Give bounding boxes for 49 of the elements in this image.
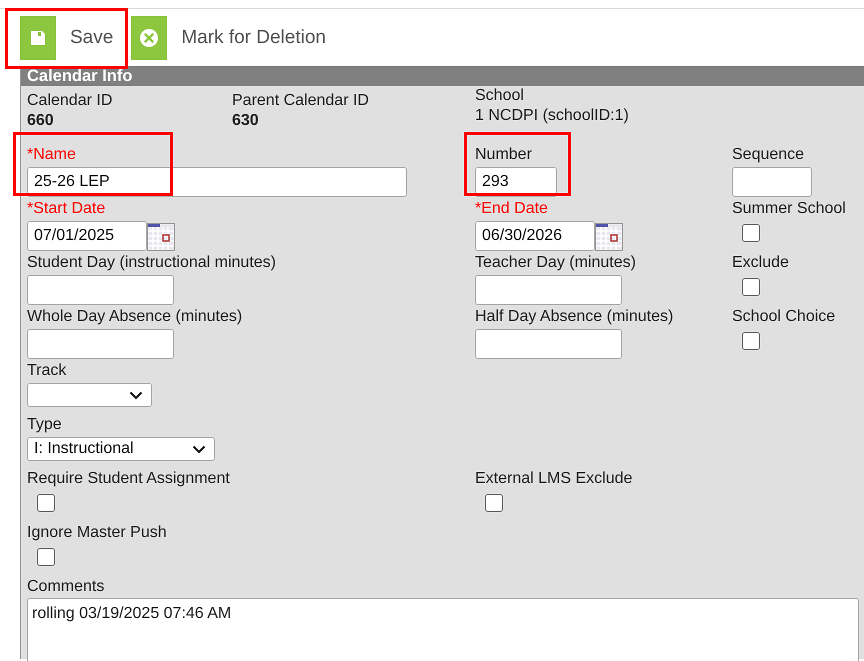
checkbox[interactable] <box>37 494 55 512</box>
field-label: Type <box>27 416 62 434</box>
section-header: Calendar Info <box>21 66 864 86</box>
field-label: School <box>475 87 524 105</box>
field-label: Number <box>475 146 532 164</box>
field-label: Parent Calendar ID <box>232 92 369 110</box>
calendar-icon[interactable] <box>147 223 175 251</box>
field-label: Sequence <box>732 146 804 164</box>
field-label: Track <box>27 362 66 380</box>
field-label: School Choice <box>732 308 836 326</box>
field-label: Teacher Day (minutes) <box>475 254 636 272</box>
field-label: Comments <box>27 578 104 596</box>
field-label: Student Day (instructional minutes) <box>27 254 276 272</box>
save-button[interactable]: Save <box>20 16 114 60</box>
text-field[interactable]: 293 <box>475 167 557 197</box>
field-label: *Start Date <box>27 200 106 218</box>
checkbox[interactable] <box>742 332 760 350</box>
text-field[interactable] <box>732 167 812 197</box>
chevron-down-icon <box>129 390 143 400</box>
field-label: *Name <box>27 146 76 164</box>
field-label: Summer School <box>732 200 846 218</box>
field-label: Ignore Master Push <box>27 524 167 542</box>
checkbox[interactable] <box>37 548 55 566</box>
field-label: Half Day Absence (minutes) <box>475 308 674 326</box>
dropdown[interactable]: I: Instructional <box>27 437 215 461</box>
field-value: 1 NCDPI (schoolID:1) <box>475 106 629 126</box>
mark-for-deletion-button[interactable]: Mark for Deletion <box>131 16 326 60</box>
checkbox[interactable] <box>485 494 503 512</box>
field-label: Calendar ID <box>27 92 112 110</box>
checkbox[interactable] <box>742 224 760 242</box>
field-label: Exclude <box>732 254 789 272</box>
field-value: 660 <box>27 111 54 131</box>
text-field[interactable] <box>27 329 174 359</box>
text-field[interactable] <box>27 275 174 305</box>
date-field[interactable]: 07/01/2025 <box>27 221 147 251</box>
field-label: Whole Day Absence (minutes) <box>27 308 242 326</box>
checkbox[interactable] <box>742 278 760 296</box>
calendar-icon[interactable] <box>595 223 623 251</box>
field-label: Require Student Assignment <box>27 470 230 488</box>
text-field[interactable] <box>475 275 622 305</box>
chevron-down-icon <box>192 444 206 454</box>
field-label: *End Date <box>475 200 548 218</box>
comments-field[interactable]: rolling 03/19/2025 07:46 AM <box>27 598 859 661</box>
text-field[interactable]: 25-26 LEP <box>27 167 407 197</box>
field-label: External LMS Exclude <box>475 470 632 488</box>
date-field[interactable]: 06/30/2026 <box>475 221 595 251</box>
close-circle-icon <box>140 29 158 47</box>
text-field[interactable] <box>475 329 622 359</box>
field-value: 630 <box>232 111 259 131</box>
